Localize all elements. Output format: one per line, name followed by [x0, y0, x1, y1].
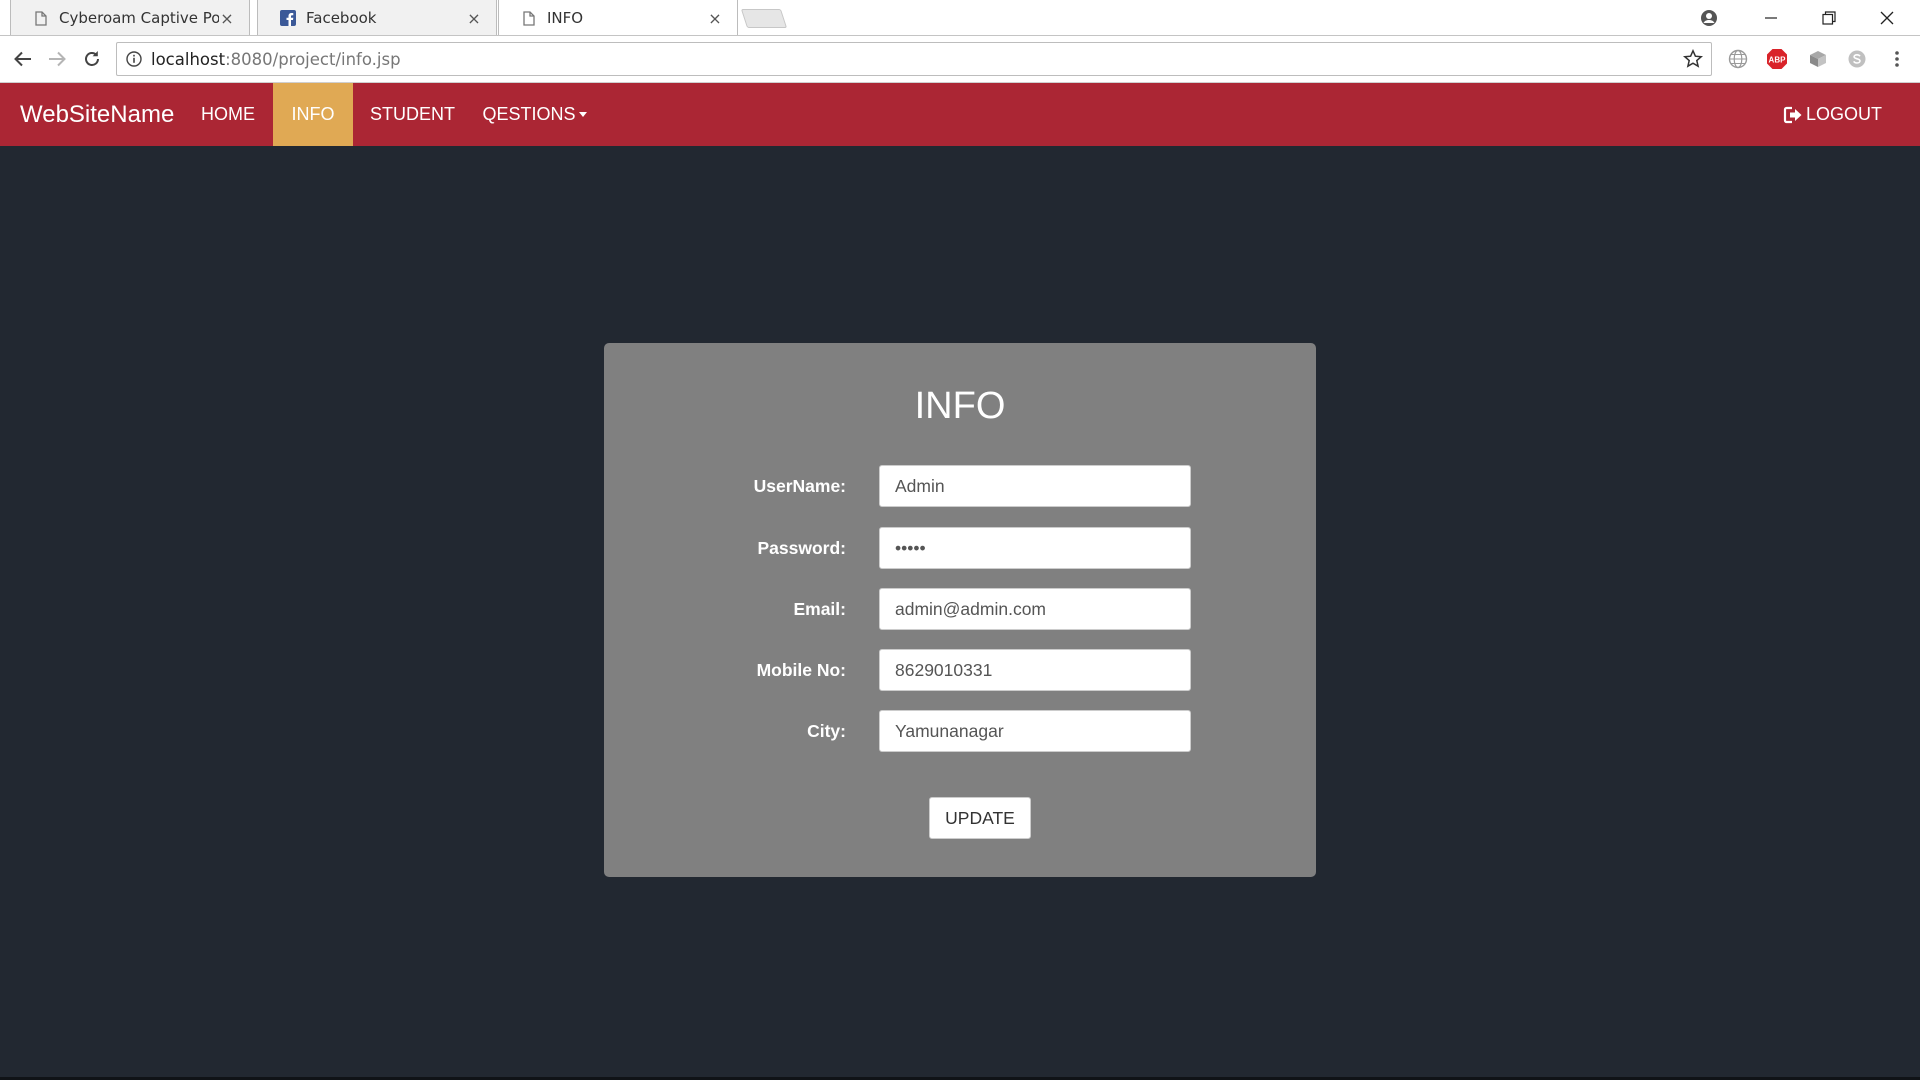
address-bar[interactable]: localhost:8080/project/info.jsp [116, 42, 1712, 76]
browser-tab-cyberoam[interactable]: Cyberoam Captive Portal × [10, 0, 250, 36]
panel-title: INFO [914, 385, 1006, 427]
city-label: City: [807, 721, 846, 741]
nav-student[interactable]: STUDENT [361, 83, 464, 146]
nav-questions-dropdown[interactable]: QESTIONS [472, 83, 597, 146]
close-icon[interactable]: × [707, 9, 723, 28]
form-row-password: Password: ••••• [604, 527, 1316, 569]
logout-icon [1783, 106, 1802, 123]
info-icon[interactable] [117, 51, 151, 67]
form-row-mobile: Mobile No: 8629010331 [604, 649, 1316, 691]
form-row-city: City: Yamunanagar [604, 710, 1316, 752]
url-text: localhost:8080/project/info.jsp [151, 50, 401, 69]
caret-down-icon [578, 111, 587, 117]
page-icon [33, 10, 49, 26]
browser-tab-facebook[interactable]: Facebook × [257, 0, 497, 36]
url-host: localhost [151, 49, 226, 69]
facebook-icon [280, 10, 296, 26]
password-label: Password: [757, 538, 847, 558]
email-label: Email: [793, 599, 846, 619]
tab-title: Facebook [306, 9, 377, 27]
username-label: UserName: [753, 476, 846, 496]
browser-tab-info[interactable]: INFO × [498, 0, 738, 36]
skype-icon[interactable] [1846, 48, 1868, 70]
tab-title: Cyberoam Captive Portal [59, 9, 219, 27]
restore-icon[interactable] [1800, 0, 1858, 36]
nav-info[interactable]: INFO [273, 83, 353, 146]
email-input[interactable]: admin@admin.com [879, 588, 1191, 630]
url-path: :8080/project/info.jsp [225, 49, 401, 69]
adblock-label: ABP [1769, 56, 1787, 65]
brand-link[interactable]: WebSiteName [20, 83, 174, 146]
mobile-input[interactable]: 8629010331 [879, 649, 1191, 691]
close-icon[interactable]: × [466, 9, 482, 28]
logout-link[interactable]: LOGOUT [1783, 83, 1882, 146]
form-row-username: UserName: Admin [604, 465, 1316, 507]
password-input[interactable]: ••••• [879, 527, 1191, 569]
close-icon[interactable]: × [219, 9, 235, 28]
minimize-icon[interactable] [1742, 0, 1800, 36]
nav-questions-label: QESTIONS [482, 104, 576, 124]
bookmark-star-icon[interactable] [1682, 48, 1704, 74]
nav-home[interactable]: HOME [191, 83, 265, 146]
tab-title: INFO [547, 9, 584, 27]
new-tab-button[interactable] [740, 9, 788, 28]
browser-tabstrip: Cyberoam Captive Portal × Facebook × INF… [0, 0, 1920, 36]
adblock-icon[interactable]: ABP [1766, 48, 1788, 70]
city-input[interactable]: Yamunanagar [879, 710, 1191, 752]
browser-toolbar: localhost:8080/project/info.jsp ABP [0, 36, 1920, 83]
update-button[interactable]: UPDATE [929, 797, 1031, 839]
extension-icon[interactable] [1807, 48, 1829, 70]
page-icon [521, 10, 537, 26]
username-input[interactable]: Admin [879, 465, 1191, 507]
info-panel: INFO UserName: Admin Password: ••••• Ema… [604, 343, 1316, 877]
logout-label: LOGOUT [1805, 104, 1882, 124]
forward-icon[interactable] [44, 46, 70, 72]
menu-icon[interactable] [1886, 48, 1908, 70]
globe-icon[interactable] [1727, 48, 1749, 70]
reload-icon[interactable] [79, 46, 105, 72]
back-icon[interactable] [10, 46, 36, 72]
form-row-email: Email: admin@admin.com [604, 588, 1316, 630]
mobile-label: Mobile No: [756, 660, 846, 680]
profile-icon[interactable] [1680, 0, 1738, 36]
close-window-icon[interactable] [1858, 0, 1916, 36]
site-navbar: WebSiteName HOME INFO STUDENT QESTIONS L… [0, 83, 1920, 146]
